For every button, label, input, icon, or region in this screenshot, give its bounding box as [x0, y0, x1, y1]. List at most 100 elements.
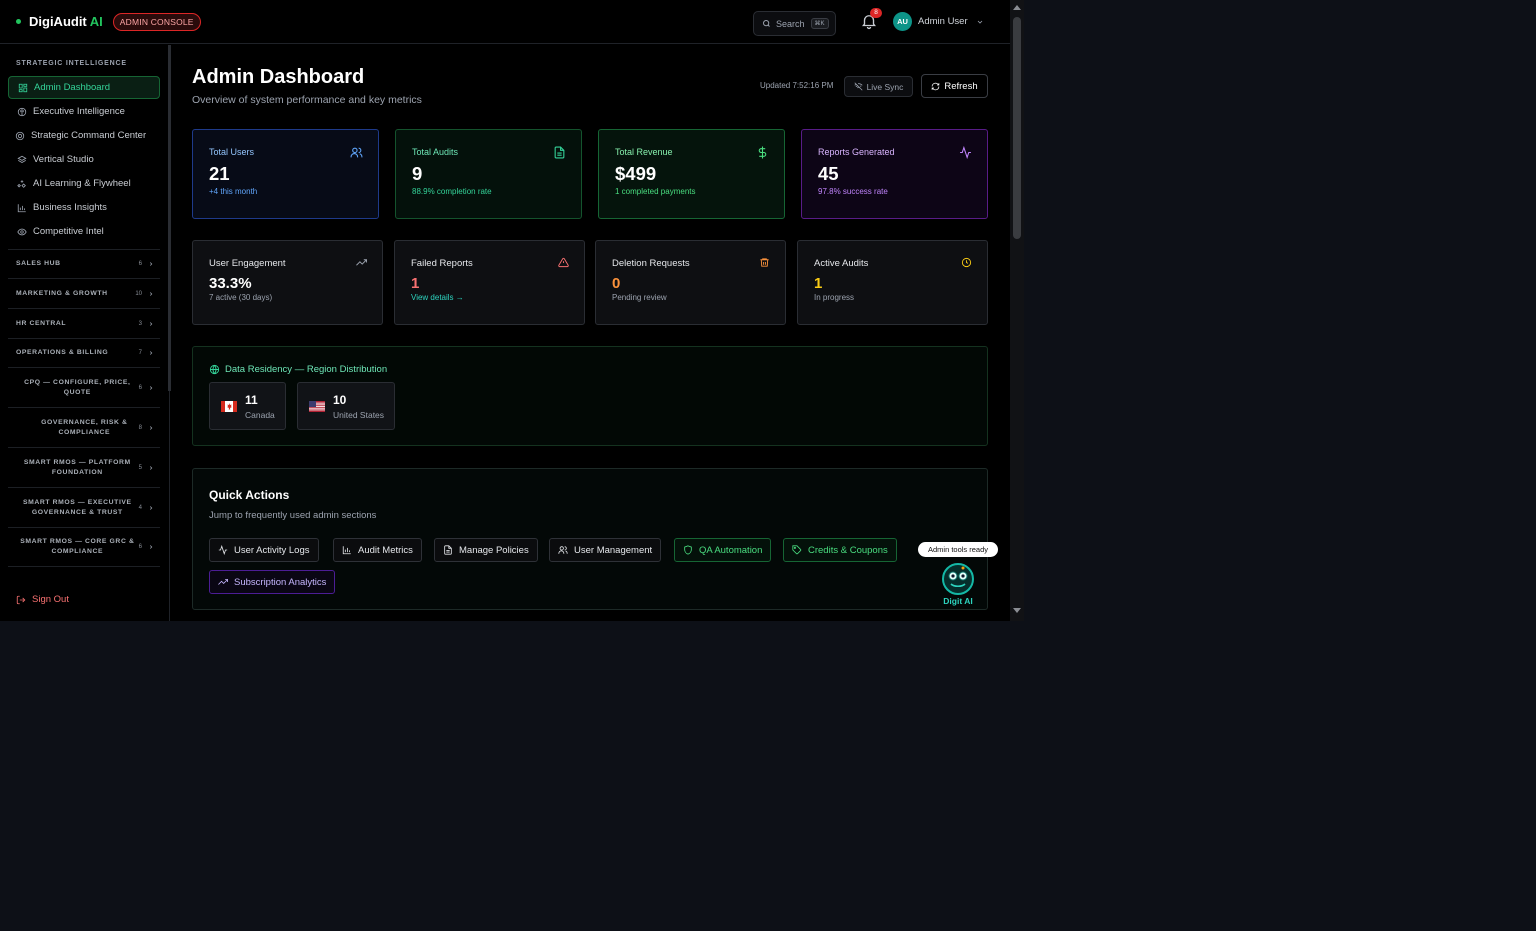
refresh-button[interactable]: Refresh: [921, 74, 988, 98]
section-label: HR CENTRAL: [16, 319, 67, 327]
stat-card-total-audits[interactable]: Total Audits 9 88.9% completion rate: [395, 129, 582, 219]
scroll-thumb[interactable]: [1013, 17, 1021, 239]
section-cpq[interactable]: CPQ — CONFIGURE, PRICE, QUOTE 6: [8, 367, 160, 407]
file-text-icon: [444, 545, 452, 555]
section-count: 7: [138, 350, 142, 356]
credits-coupons-button[interactable]: Credits & Coupons: [783, 538, 897, 562]
scroll-down-arrow[interactable]: [1013, 608, 1021, 613]
view-details-link[interactable]: View details →: [411, 293, 568, 302]
chevron-right-icon: [149, 321, 153, 326]
main-content: Admin Dashboard Overview of system perfo…: [171, 45, 1010, 621]
search-icon: [763, 20, 770, 27]
user-activity-logs-button[interactable]: User Activity Logs: [209, 538, 319, 562]
button-label: User Activity Logs: [234, 544, 310, 556]
stat-card-deletion-requests[interactable]: Deletion Requests 0 Pending review: [595, 240, 786, 325]
stat-card-user-engagement[interactable]: User Engagement 33.3% 7 active (30 days): [192, 240, 383, 325]
search-label: Search: [776, 18, 805, 29]
chevron-right-icon: [149, 262, 153, 266]
stat-card-reports-generated[interactable]: Reports Generated 45 97.8% success rate: [801, 129, 988, 219]
alert-triangle-icon: [558, 257, 569, 268]
search-button[interactable]: Search ⌘K: [753, 11, 836, 36]
file-text-icon: [554, 146, 565, 159]
region-count: 10: [333, 392, 347, 407]
stat-subtext: Pending review: [612, 293, 667, 302]
chevron-right-icon: [149, 425, 153, 430]
chevron-down-icon: [977, 20, 982, 24]
stat-card-total-users[interactable]: Total Users 21 +4 this month: [192, 129, 379, 219]
qa-automation-button[interactable]: QA Automation: [674, 538, 772, 562]
section-count: 5: [138, 464, 142, 471]
sidebar-item-strategic-command-center[interactable]: Strategic Command Center: [8, 124, 160, 147]
section-smart-rmos-executive[interactable]: SMART RMOS — EXECUTIVE GOVERNANCE & TRUS…: [8, 487, 160, 527]
chevron-right-icon: [149, 505, 153, 510]
robot-icon: [942, 563, 974, 595]
stat-label: User Engagement: [209, 258, 286, 269]
stat-label: Total Audits: [412, 147, 459, 157]
wifi-off-icon: [854, 82, 863, 91]
sign-out-button[interactable]: Sign Out: [16, 594, 69, 605]
tag-icon: [792, 545, 802, 555]
section-governance-risk-compliance[interactable]: GOVERNANCE, RISK & COMPLIANCE 8: [8, 407, 160, 447]
subscription-analytics-button[interactable]: Subscription Analytics: [209, 570, 336, 594]
section-marketing-growth[interactable]: MARKETING & GROWTH 10: [8, 278, 160, 308]
stat-value: 9: [412, 163, 423, 184]
user-management-button[interactable]: User Management: [549, 538, 662, 562]
assistant-tooltip: Admin tools ready: [918, 542, 998, 557]
trending-up-icon: [356, 259, 367, 266]
stat-card-failed-reports[interactable]: Failed Reports 1 View details →: [394, 240, 585, 325]
region-distribution-panel: Data Residency — Region Distribution 11 …: [192, 346, 988, 446]
sidebar-item-vertical-studio[interactable]: Vertical Studio: [8, 148, 160, 171]
section-count: 8: [138, 424, 142, 431]
grid-icon: [18, 83, 28, 92]
brand[interactable]: DigiAudit AI ADMIN CONSOLE: [16, 12, 201, 31]
sidebar-item-competitive-intel[interactable]: Competitive Intel: [8, 220, 160, 243]
region-item-canada[interactable]: 11 Canada: [209, 382, 286, 430]
section-label: SMART RMOS — EXECUTIVE GOVERNANCE & TRUS…: [22, 498, 132, 516]
scroll-up-arrow[interactable]: [1013, 5, 1021, 10]
us-flag-icon: [309, 400, 325, 412]
activity-icon: [960, 146, 971, 159]
sidebar-item-admin-dashboard[interactable]: Admin Dashboard: [8, 76, 160, 99]
region-count: 11: [245, 392, 258, 407]
layers-icon: [17, 155, 27, 163]
stat-card-total-revenue[interactable]: Total Revenue $499 1 completed payments: [598, 129, 785, 219]
manage-policies-button[interactable]: Manage Policies: [434, 538, 538, 562]
section-operations-billing[interactable]: OPERATIONS & BILLING 7: [8, 338, 160, 367]
section-sales-hub[interactable]: SALES HUB 6: [8, 249, 160, 278]
sidebar-item-executive-intelligence[interactable]: Executive Intelligence: [8, 100, 160, 123]
section-count: 3: [138, 320, 142, 327]
section-smart-rmos-platform[interactable]: SMART RMOS — PLATFORM FOUNDATION 5: [8, 447, 160, 487]
section-count: 6: [138, 384, 142, 391]
live-sync-label: Live Sync: [866, 81, 904, 92]
section-label: GOVERNANCE, RISK & COMPLIANCE: [41, 418, 128, 436]
brand-name: DigiAudit AI: [29, 14, 103, 29]
stat-label: Total Revenue: [615, 147, 673, 157]
user-menu[interactable]: AU Admin User: [893, 12, 984, 31]
brand-status-dot: [16, 19, 21, 24]
activity-icon: [218, 545, 228, 555]
sidebar-item-business-insights[interactable]: Business Insights: [8, 196, 160, 219]
bar-chart-icon: [342, 546, 351, 555]
globe-icon: [209, 364, 220, 375]
section-smart-rmos-core-grc[interactable]: SMART RMOS — CORE GRC & COMPLIANCE 6: [8, 527, 160, 567]
section-label: MARKETING & GROWTH: [16, 289, 108, 297]
audit-metrics-button[interactable]: Audit Metrics: [333, 538, 422, 562]
sidebar-item-label: Executive Intelligence: [33, 106, 125, 117]
page-subtitle: Overview of system performance and key m…: [192, 94, 422, 106]
digit-ai-assistant[interactable]: Admin tools ready Digit AI: [918, 542, 998, 607]
stat-subtext: 88.9% completion rate: [412, 187, 492, 196]
stat-card-active-audits[interactable]: Active Audits 1 In progress: [797, 240, 988, 325]
target-icon: [15, 131, 25, 140]
sidebar-item-ai-learning[interactable]: AI Learning & Flywheel: [8, 172, 160, 195]
quick-actions-subtitle: Jump to frequently used admin sections: [209, 510, 377, 521]
bar-chart-icon: [17, 203, 26, 212]
region-item-united-states[interactable]: 10 United States: [297, 382, 395, 430]
section-hr-central[interactable]: HR CENTRAL 3: [8, 308, 160, 338]
live-sync-button[interactable]: Live Sync: [844, 76, 913, 97]
section-count: 4: [138, 504, 142, 511]
shield-icon: [684, 545, 692, 555]
users-icon: [558, 546, 568, 554]
stat-label: Reports Generated: [818, 147, 895, 157]
last-updated-text: Updated 7:52:16 PM: [760, 81, 834, 90]
page-scrollbar[interactable]: [1010, 0, 1024, 621]
